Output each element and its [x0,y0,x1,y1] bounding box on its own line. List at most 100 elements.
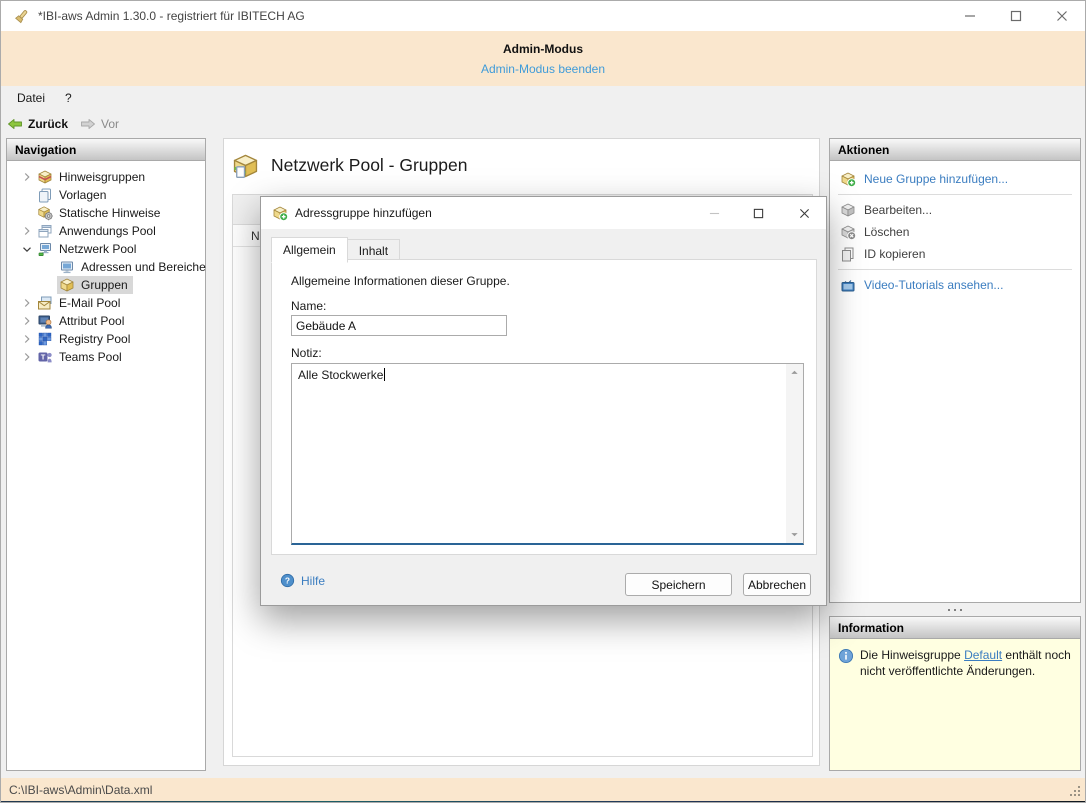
email-pool-icon [37,295,53,311]
note-textarea[interactable]: Alle Stockwerke [291,363,804,545]
chevron-right-icon[interactable] [19,349,35,365]
close-button[interactable] [1046,5,1078,27]
admin-mode-title: Admin-Modus [503,42,583,56]
group-edit-icon [840,202,856,218]
dialog-maximize-button[interactable] [744,202,772,224]
application-pool-icon [37,223,53,239]
scroll-down-icon[interactable] [786,526,803,543]
information-header: Information [830,617,1080,639]
app-window: *IBI-aws Admin 1.30.0 - registriert für … [0,0,1086,803]
actions-list: Neue Gruppe hinzufügen... Bearbeiten... Lö… [830,161,1080,296]
forward-arrow-icon [80,116,96,132]
actions-panel: Aktionen Neue Gruppe hinzufügen... Bearbe… [829,138,1081,603]
default-group-link[interactable]: Default [964,648,1002,662]
menu-help[interactable]: ? [55,86,82,110]
forward-button[interactable]: Vor [74,110,125,137]
action-id-kopieren: ID kopieren [830,243,1080,265]
resize-grip[interactable] [1070,786,1081,797]
name-input[interactable] [291,315,507,336]
name-label: Name: [291,299,327,313]
nav-item-gruppen[interactable]: Gruppen [7,276,205,294]
action-label: Bearbeiten... [864,203,933,217]
dialog-title-bar: Adressgruppe hinzufügen [261,197,826,229]
nav-item-label: E-Mail Pool [59,296,121,310]
separator [838,269,1072,270]
static-notice-icon [37,205,53,221]
nav-item-teams-pool[interactable]: T Teams Pool [7,348,205,366]
information-body: Die Hinweisgruppe Default enthält noch n… [830,639,1080,770]
chevron-right-icon[interactable] [19,313,35,329]
scroll-up-icon[interactable] [786,364,803,381]
nav-item-label: Registry Pool [59,332,131,346]
nav-item-statische-hinweise[interactable]: Statische Hinweise [7,204,205,222]
group-add-icon [272,205,288,221]
help-label: Hilfe [301,573,326,588]
page-title-row: Netzwerk Pool - Gruppen [232,152,467,179]
svg-text:T: T [41,353,46,362]
nav-item-label: Adressen und Bereiche [81,260,206,274]
nav-item-e-mail-pool[interactable]: E-Mail Pool [7,294,205,312]
nav-item-label: Netzwerk Pool [59,242,137,256]
chevron-right-icon[interactable] [19,223,35,239]
registry-pool-icon [37,331,53,347]
chevron-right-icon[interactable] [19,169,35,185]
notice-group-icon [37,169,53,185]
status-bar: C:\IBI-aws\Admin\Data.xml [1,778,1085,801]
nav-item-anwendungs-pool[interactable]: Anwendungs Pool [7,222,205,240]
dialog-tab-page: Allgemeine Informationen dieser Gruppe. … [271,259,817,555]
chevron-down-icon[interactable] [19,241,35,257]
admin-mode-exit-link[interactable]: Admin-Modus beenden [1,62,1085,76]
back-label: Zurück [28,116,69,131]
group-add-icon [840,171,856,187]
nav-item-hinweisgruppen[interactable]: Hinweisgruppen [7,168,205,186]
dialog-minimize-button [700,202,728,224]
back-button[interactable]: Zurück [1,110,74,137]
network-pool-groups-icon [232,152,259,179]
panel-splitter-handle[interactable] [829,603,1081,616]
nav-item-vorlagen[interactable]: Vorlagen [7,186,205,204]
nav-item-label: Anwendungs Pool [59,224,156,238]
admin-mode-banner: Admin-Modus Admin-Modus beenden [1,31,1085,86]
forward-label: Vor [101,116,120,131]
nav-item-registry-pool[interactable]: Registry Pool [7,330,205,348]
navigation-header: Navigation [7,139,205,161]
separator [838,194,1072,195]
minimize-button[interactable] [954,5,986,27]
nav-item-netzwerk-pool[interactable]: Netzwerk Pool [7,240,205,258]
action-bearbeiten: Bearbeiten... [830,199,1080,221]
note-text: Alle Stockwerke [298,368,386,382]
attribute-pool-icon [37,313,53,329]
cancel-button[interactable]: Abbrechen [743,573,811,596]
page-title: Netzwerk Pool - Gruppen [271,155,468,175]
navigation-panel: Navigation Hinweisgruppen Vorlagen Statisc… [6,138,206,771]
tab-allgemein[interactable]: Allgemein [271,237,348,263]
actions-header: Aktionen [830,139,1080,161]
dialog-close-button[interactable] [790,202,818,224]
nav-item-attribut-pool[interactable]: Attribut Pool [7,312,205,330]
save-button[interactable]: Speichern [625,573,732,596]
action-label: ID kopieren [864,247,926,261]
dialog-title: Adressgruppe hinzufügen [295,206,432,220]
menu-datei[interactable]: Datei [7,86,55,110]
nav-item-label: Attribut Pool [59,314,125,328]
action-label: Video-Tutorials ansehen... [864,278,1004,292]
action-löschen: Löschen [830,221,1080,243]
network-pool-icon [37,241,53,257]
action-label: Löschen [864,225,910,239]
data-file-path: C:\IBI-aws\Admin\Data.xml [9,782,153,797]
chevron-right-icon[interactable] [19,295,35,311]
maximize-button[interactable] [1000,5,1032,27]
navigation-tree: Hinweisgruppen Vorlagen Statische Hinweise… [7,161,206,366]
copy-id-icon [840,246,856,262]
chevron-right-icon[interactable] [19,331,35,347]
note-scrollbar[interactable] [786,364,803,543]
information-panel: Information Die Hinweisgruppe Default en… [829,616,1081,771]
dialog-description: Allgemeine Informationen dieser Gruppe. [291,274,510,288]
action-video-tutorials-ansehen[interactable]: Video-Tutorials ansehen... [830,274,1080,296]
nav-item-adressen-und-bereiche[interactable]: Adressen und Bereiche [7,258,206,276]
nav-item-label: Vorlagen [59,188,107,202]
help-link[interactable]: ? Hilfe [280,573,325,588]
action-neue-gruppe-hinzufügen[interactable]: Neue Gruppe hinzufügen... [830,168,1080,190]
info-icon [838,648,854,664]
